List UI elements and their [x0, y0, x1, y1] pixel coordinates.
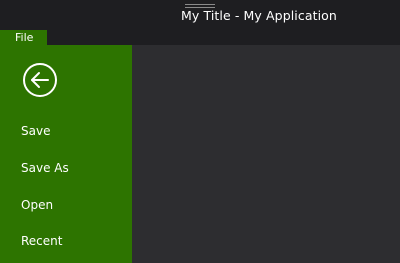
backstage-item-save-as[interactable]: Save As [0, 157, 132, 179]
window-title: My Title - My Application [181, 8, 337, 23]
back-button[interactable] [22, 62, 58, 98]
backstage-item-recent[interactable]: Recent [0, 230, 132, 252]
arrow-left-circle-icon [23, 63, 57, 97]
backstage-item-open[interactable]: Open [0, 194, 132, 216]
backstage-item-save[interactable]: Save [0, 120, 132, 142]
menu-bar: File [0, 30, 400, 45]
file-tab[interactable]: File [0, 30, 47, 45]
application-window: My Title - My Application File Save Save… [0, 0, 400, 263]
backstage-content-area [132, 45, 400, 263]
backstage-menu: Save Save As Open Recent [0, 45, 132, 263]
title-bar[interactable]: My Title - My Application [0, 0, 400, 30]
